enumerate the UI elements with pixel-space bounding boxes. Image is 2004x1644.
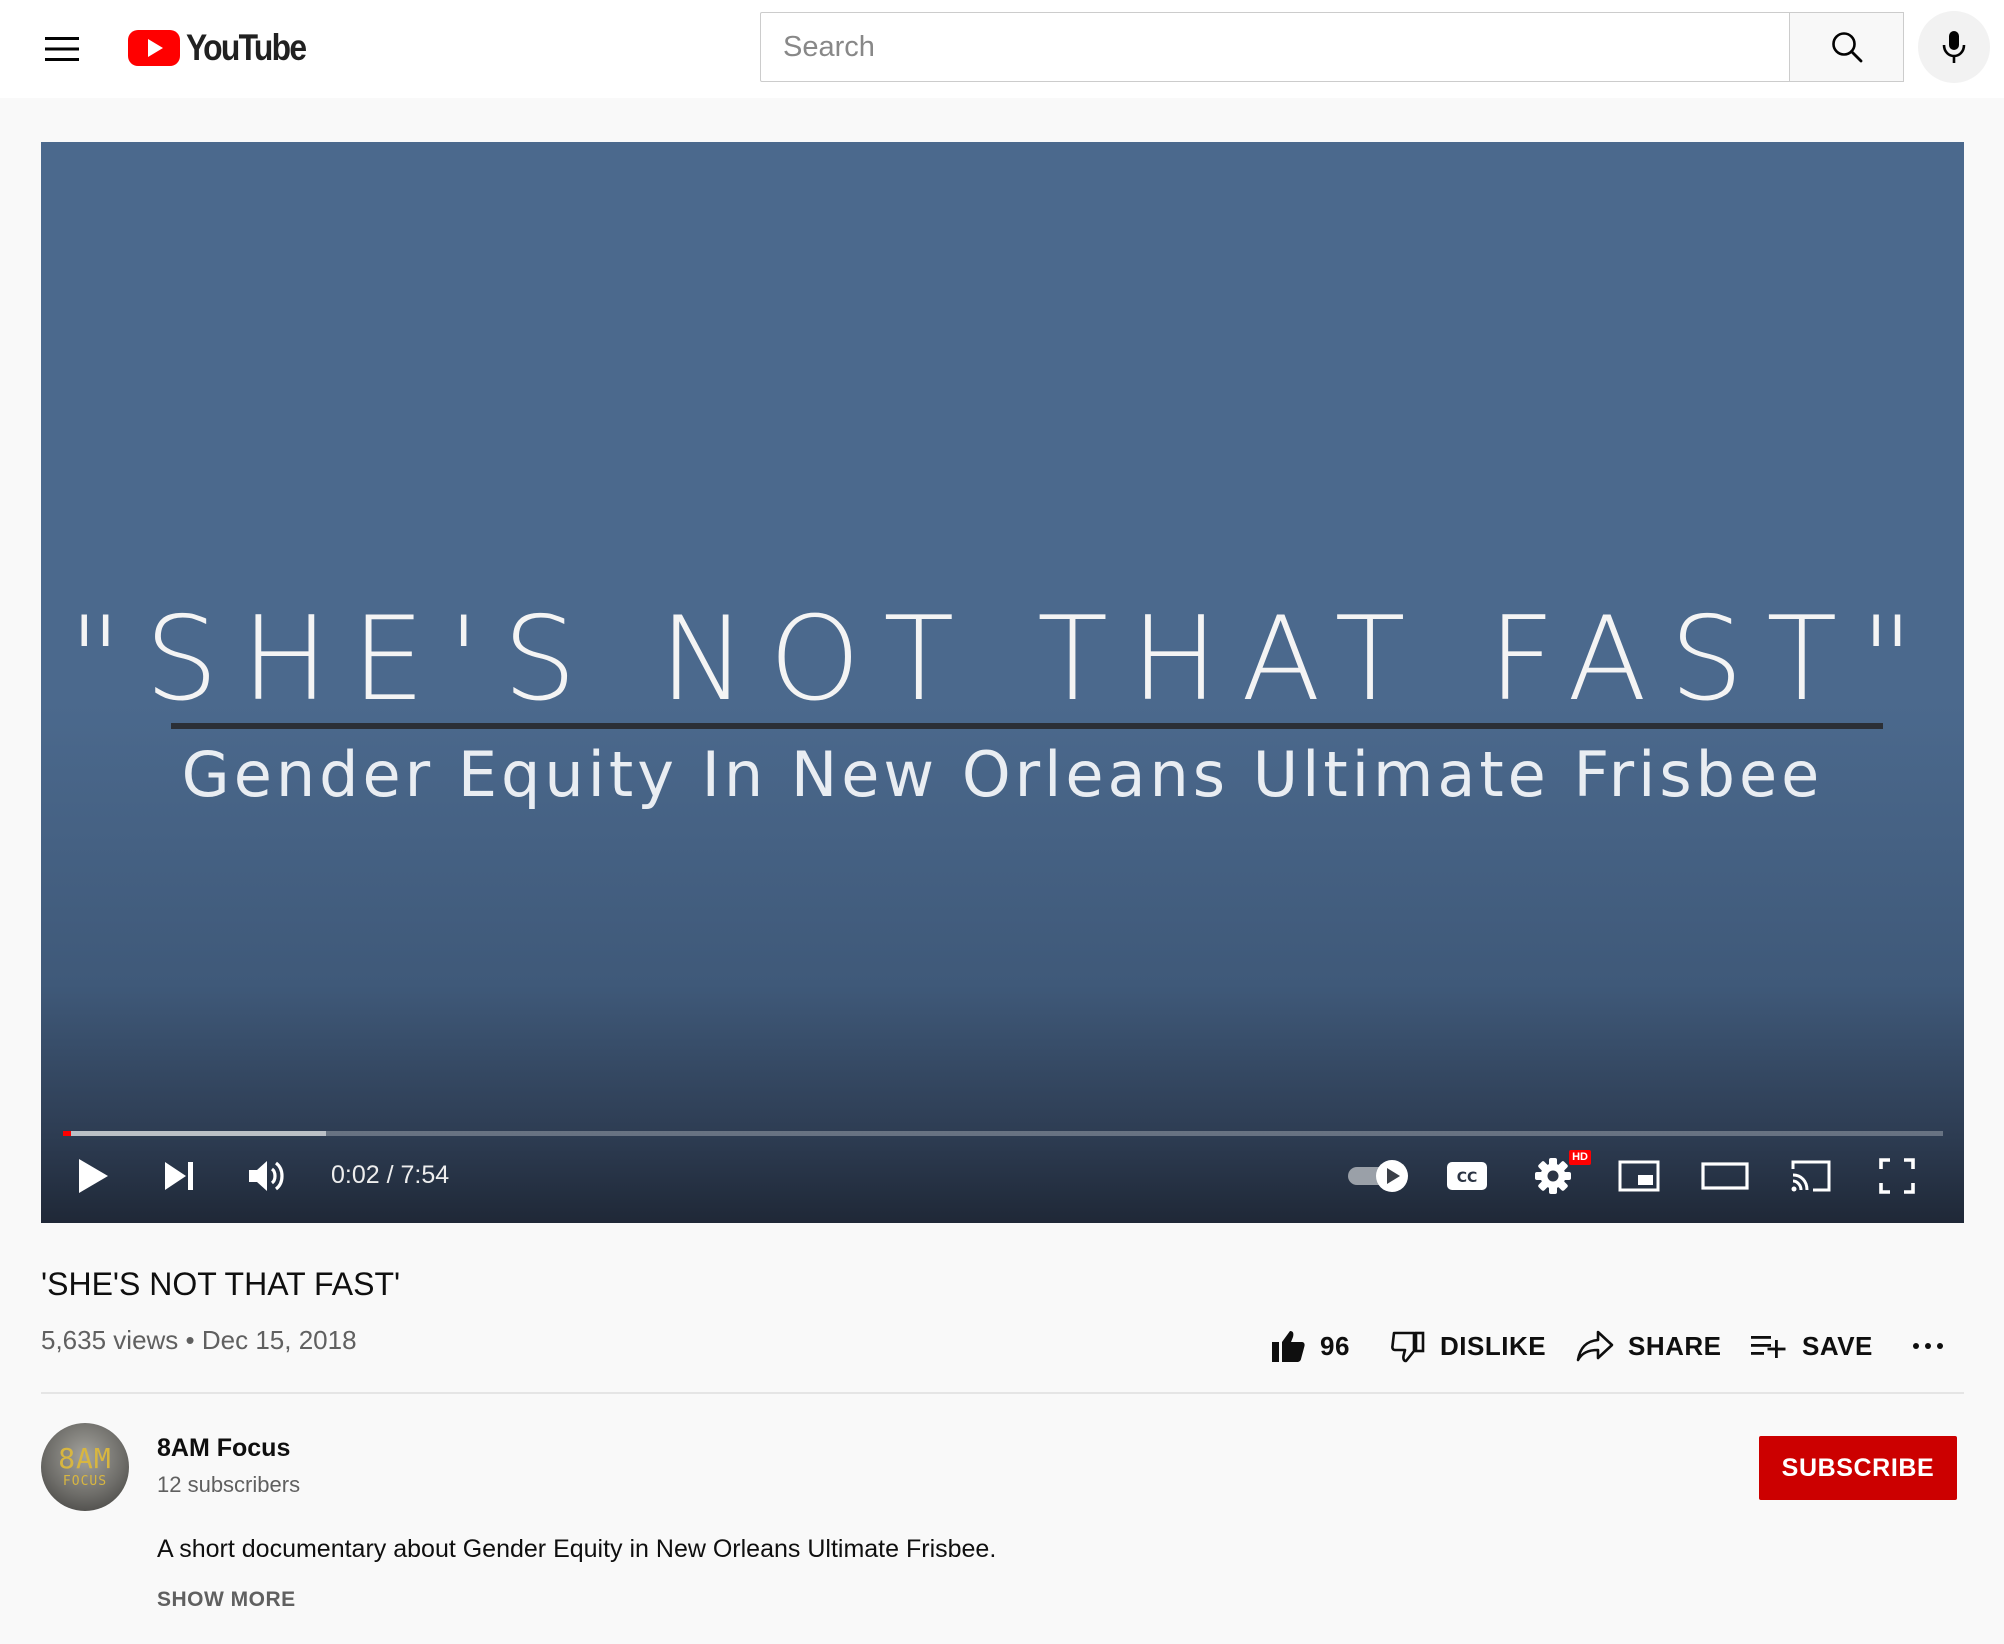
cast-button[interactable]: [1779, 1144, 1843, 1208]
view-count: 5,635 views: [41, 1325, 179, 1355]
video-title: 'SHE'S NOT THAT FAST': [41, 1266, 401, 1302]
channel-avatar[interactable]: 8AM FOCUS: [41, 1423, 129, 1511]
more-horizontal-icon: [1913, 1343, 1943, 1349]
svg-text:CC: CC: [1457, 1170, 1478, 1186]
video-overlay-title: "SHE'S NOT THAT FAST": [68, 592, 1937, 727]
video-description: A short documentary about Gender Equity …: [157, 1535, 997, 1563]
hamburger-menu-icon: [45, 37, 79, 61]
like-button[interactable]: 96: [1270, 1324, 1350, 1368]
video-meta: 5,635 views • Dec 15, 2018: [41, 1324, 357, 1356]
hd-badge: HD: [1569, 1150, 1591, 1165]
upload-date: Dec 15, 2018: [201, 1325, 357, 1355]
more-actions-button[interactable]: [1912, 1324, 1944, 1368]
theater-mode-icon: [1701, 1162, 1749, 1190]
avatar-text-bottom: FOCUS: [62, 1474, 108, 1489]
skip-next-icon: [165, 1162, 193, 1190]
playlist-add-icon: [1751, 1336, 1786, 1358]
gear-icon: [1535, 1158, 1571, 1194]
play-button[interactable]: [63, 1144, 123, 1208]
subscribe-button[interactable]: SUBSCRIBE: [1759, 1436, 1957, 1500]
save-button[interactable]: SAVE: [1750, 1324, 1873, 1368]
search-input[interactable]: [761, 13, 1789, 81]
masthead: YouTube: [0, 0, 2004, 98]
channel-name[interactable]: 8AM Focus: [157, 1434, 290, 1463]
progress-played: [63, 1131, 71, 1136]
video-overlay-subtitle: Gender Equity In New Orleans Ultimate Fr…: [181, 738, 1824, 811]
mute-button[interactable]: [235, 1144, 299, 1208]
subscriber-count: 12 subscribers: [157, 1472, 301, 1497]
show-more-button[interactable]: SHOW MORE: [157, 1588, 296, 1612]
meta-separator: •: [185, 1325, 195, 1355]
youtube-play-logo-icon: [128, 30, 180, 66]
search-button[interactable]: [1789, 12, 1904, 82]
info-divider: [41, 1392, 1964, 1394]
progress-bar[interactable]: [63, 1131, 1943, 1136]
video-frame: "SHE'S NOT THAT FAST" Gender Equity In N…: [41, 142, 1964, 1223]
fullscreen-button[interactable]: [1865, 1144, 1929, 1208]
fullscreen-icon: [1879, 1158, 1915, 1194]
dislike-label: DISLIKE: [1440, 1330, 1547, 1361]
time-display: 0:02 / 7:54: [331, 1161, 450, 1189]
settings-button[interactable]: HD: [1521, 1144, 1591, 1208]
avatar-text-top: 8AM: [58, 1442, 112, 1475]
video-overlay-rule: [171, 723, 1883, 729]
guide-menu-button[interactable]: [38, 24, 88, 74]
cast-icon: [1791, 1160, 1831, 1192]
speaker-icon: [249, 1161, 284, 1191]
youtube-logo[interactable]: YouTube: [128, 27, 325, 68]
theater-mode-button[interactable]: [1693, 1144, 1757, 1208]
dislike-button[interactable]: DISLIKE: [1390, 1324, 1546, 1368]
progress-buffered: [63, 1131, 327, 1136]
share-button[interactable]: SHARE: [1576, 1324, 1722, 1368]
miniplayer-button[interactable]: [1607, 1144, 1671, 1208]
save-label: SAVE: [1802, 1330, 1873, 1361]
share-arrow-icon: [1576, 1330, 1614, 1362]
thumbs-up-icon: [1272, 1331, 1305, 1362]
miniplayer-icon: [1618, 1160, 1660, 1192]
play-icon: [79, 1159, 108, 1193]
cc-icon: CC: [1447, 1162, 1487, 1190]
next-button[interactable]: [149, 1144, 209, 1208]
captions-button[interactable]: CC: [1435, 1144, 1499, 1208]
magnifier-icon: [1831, 32, 1862, 63]
voice-search-button[interactable]: [1918, 11, 1990, 83]
avatar-logo: 8AM FOCUS: [41, 1442, 129, 1489]
search-box: [760, 12, 1790, 82]
thumbs-down-icon: [1391, 1331, 1425, 1363]
share-label: SHARE: [1628, 1330, 1722, 1361]
like-count: 96: [1320, 1330, 1350, 1361]
microphone-icon: [1942, 31, 1966, 63]
video-player[interactable]: "SHE'S NOT THAT FAST" Gender Equity In N…: [41, 142, 1964, 1223]
logo-wordmark: YouTube: [186, 27, 307, 68]
autoplay-toggle[interactable]: [1341, 1144, 1417, 1208]
autoplay-toggle-icon: [1348, 1160, 1408, 1192]
